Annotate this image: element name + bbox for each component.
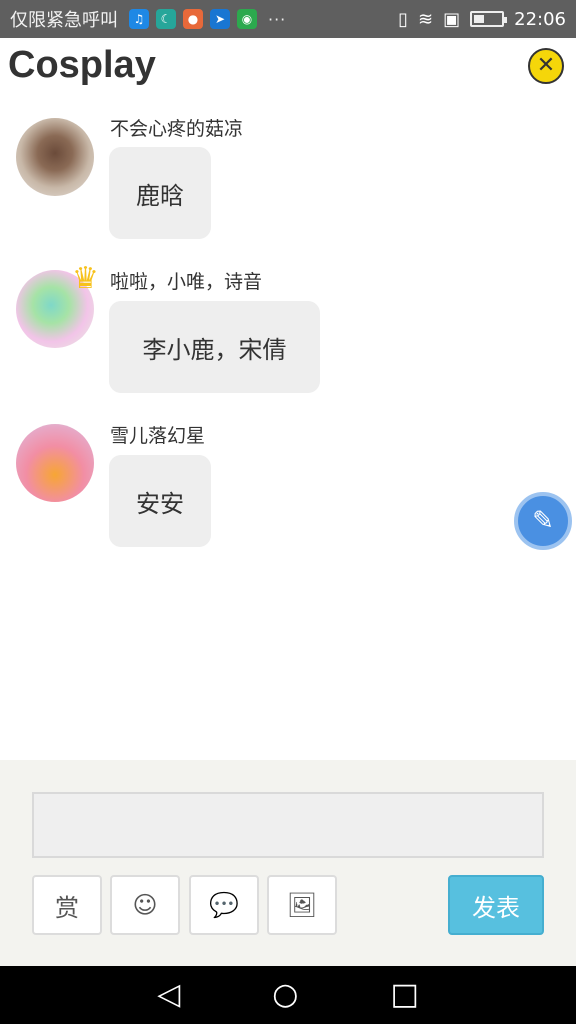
close-button[interactable]: ✕ bbox=[528, 48, 564, 84]
back-icon[interactable]: ◁ bbox=[157, 980, 180, 1010]
wifi-icon: ≋ bbox=[418, 8, 434, 30]
sender-name[interactable]: 啦啦，小唯，诗音 bbox=[110, 267, 262, 294]
message-bubble[interactable]: 鹿晗 bbox=[109, 147, 211, 239]
emoji-button[interactable]: ☺ bbox=[110, 875, 180, 935]
reward-button[interactable]: 赏 bbox=[32, 875, 102, 935]
more-notifications-icon: ··· bbox=[268, 9, 287, 29]
chat-page: Cosplay ✕ 不会心疼的菇凉 鹿晗 ♛ 啦啦，小唯，诗音 李小鹿，宋倩 雪… bbox=[0, 38, 576, 760]
message-input[interactable] bbox=[32, 792, 544, 858]
status-left: 仅限紧急呼叫 ♫ ☾ ● ➤ ◉ ··· bbox=[10, 6, 286, 32]
clock: 22:06 bbox=[514, 8, 566, 30]
crown-icon: ♛ bbox=[72, 261, 99, 296]
avatar[interactable] bbox=[16, 118, 94, 196]
status-right: ▯ ≋ ▣ 22:06 bbox=[398, 9, 566, 30]
avatar[interactable] bbox=[16, 424, 94, 502]
status-bar: 仅限紧急呼叫 ♫ ☾ ● ➤ ◉ ··· ▯ ≋ ▣ 22:06 bbox=[0, 0, 576, 38]
composer: 赏 ☺ 💬 🖼 发表 bbox=[0, 760, 576, 966]
message-bubble[interactable]: 李小鹿，宋倩 bbox=[109, 301, 320, 393]
qq-icon: ♫ bbox=[129, 9, 149, 29]
paperplane-icon: ➤ bbox=[210, 9, 230, 29]
send-label: 发表 bbox=[472, 893, 520, 922]
reward-label: 赏 bbox=[55, 893, 79, 922]
home-icon[interactable]: ○ bbox=[272, 980, 298, 1010]
moon-icon: ☾ bbox=[156, 9, 176, 29]
close-icon: ✕ bbox=[536, 53, 556, 78]
emergency-call-text: 仅限紧急呼叫 bbox=[10, 10, 118, 31]
floating-clean-button[interactable]: ✎ bbox=[514, 492, 572, 550]
sender-name[interactable]: 雪儿落幻星 bbox=[110, 421, 205, 448]
broom-icon: ✎ bbox=[532, 506, 554, 536]
image-icon: 🖼 bbox=[286, 891, 318, 919]
vibrate-icon: ▯ bbox=[398, 8, 409, 30]
image-button[interactable]: 🖼 bbox=[267, 875, 337, 935]
recent-apps-icon[interactable]: □ bbox=[390, 980, 418, 1010]
page-title: Cosplay bbox=[8, 44, 156, 86]
battery-icon bbox=[470, 11, 508, 27]
send-button[interactable]: 发表 bbox=[448, 875, 544, 935]
navigation-bar: ◁ ○ □ bbox=[0, 966, 576, 1024]
sender-name[interactable]: 不会心疼的菇凉 bbox=[110, 114, 243, 141]
battery-fill bbox=[474, 15, 485, 23]
sim-icon: ▣ bbox=[443, 8, 461, 30]
chat-bubbles-icon: 💬 bbox=[209, 891, 239, 919]
chat-bubbles-button[interactable]: 💬 bbox=[189, 875, 259, 935]
wechat-icon: ◉ bbox=[237, 9, 257, 29]
smiley-icon: ☺ bbox=[132, 891, 158, 919]
message-bubble[interactable]: 安安 bbox=[109, 455, 211, 547]
weibo-icon: ● bbox=[183, 9, 203, 29]
